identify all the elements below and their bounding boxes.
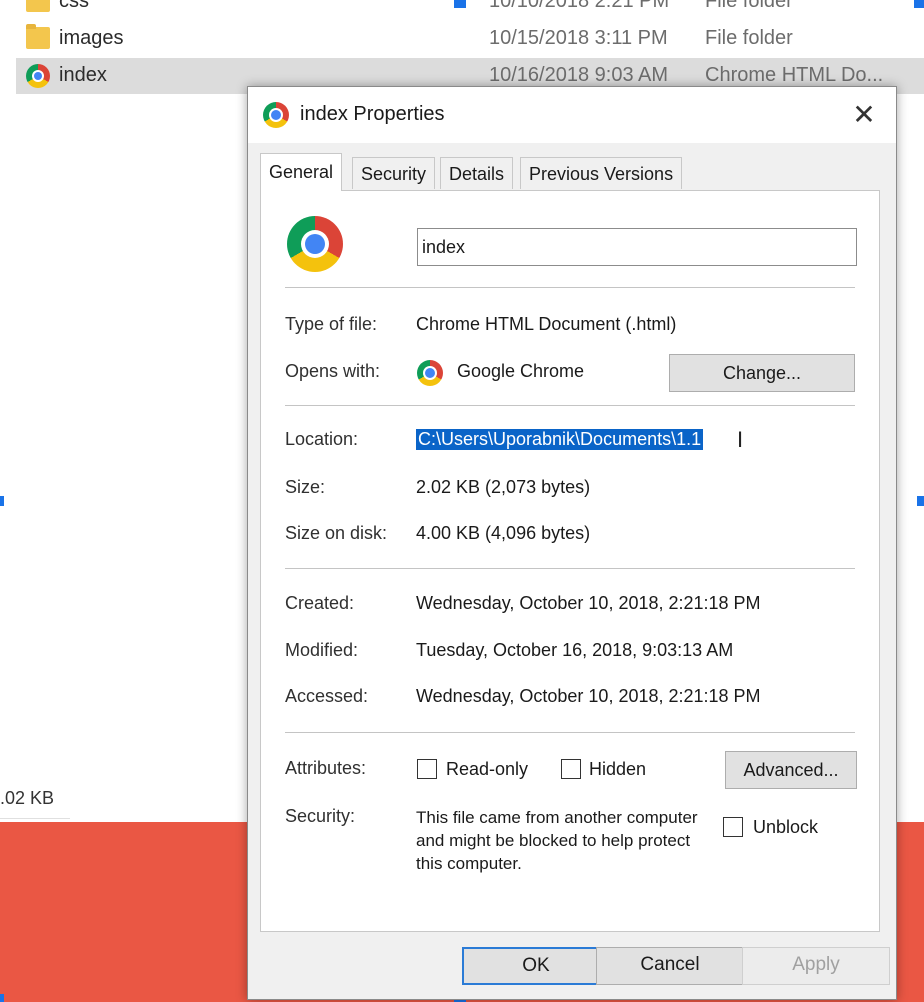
file-name: css [59, 0, 89, 12]
file-type: File folder [705, 27, 793, 49]
unblock-label[interactable]: Unblock [753, 817, 818, 838]
accessed-value: Wednesday, October 10, 2018, 2:21:18 PM [416, 686, 761, 706]
accessed-label: Accessed: [285, 686, 369, 706]
location-label: Location: [285, 429, 359, 449]
resize-handle[interactable] [0, 496, 4, 506]
chrome-icon [26, 64, 50, 88]
opens-with-value: Google Chrome [457, 361, 585, 381]
type-of-file-value: Chrome HTML Document (.html) [416, 314, 677, 334]
file-name: index [59, 64, 107, 86]
size-on-disk-label: Size on disk: [285, 523, 388, 543]
properties-dialog: index Properties ✕ General Security Deta… [247, 86, 897, 1000]
tab-previous-versions[interactable]: Previous Versions [520, 157, 683, 189]
security-label: Security: [285, 806, 356, 826]
file-row-css[interactable]: css 10/10/2018 2:21 PM File folder [16, 0, 924, 20]
text-cursor-icon: I [737, 427, 744, 452]
ok-button[interactable]: OK [462, 947, 610, 985]
tab-security[interactable]: Security [352, 157, 436, 189]
type-of-file-label: Type of file: [285, 314, 378, 334]
readonly-label[interactable]: Read-only [446, 759, 528, 780]
unblock-checkbox[interactable] [723, 817, 743, 837]
file-row-images[interactable]: images 10/15/2018 3:11 PM File folder [16, 21, 924, 57]
resize-handle[interactable] [917, 496, 924, 506]
cancel-button[interactable]: Cancel [596, 947, 744, 985]
created-value: Wednesday, October 10, 2018, 2:21:18 PM [416, 593, 761, 613]
chrome-icon [287, 216, 343, 272]
folder-icon [26, 0, 50, 12]
resize-handle[interactable] [454, 0, 466, 8]
dialog-title: index Properties [300, 103, 445, 125]
change-button[interactable]: Change... [669, 354, 855, 392]
size-label: Size: [285, 477, 326, 497]
modified-label: Modified: [285, 640, 359, 660]
attributes-label: Attributes: [285, 758, 367, 778]
close-icon: ✕ [852, 99, 876, 130]
divider [285, 287, 855, 288]
file-date: 10/10/2018 2:21 PM [489, 0, 670, 12]
advanced-button[interactable]: Advanced... [725, 751, 857, 789]
security-message: This file came from another computer and… [416, 808, 698, 873]
created-label: Created: [285, 593, 355, 613]
file-name: images [59, 27, 124, 49]
status-bar-size: .02 KB [0, 788, 55, 808]
tab-general[interactable]: General [260, 153, 343, 191]
size-value: 2.02 KB (2,073 bytes) [416, 477, 591, 497]
file-name-field[interactable] [417, 228, 857, 266]
divider [285, 405, 855, 406]
file-type: File folder [705, 0, 793, 12]
readonly-checkbox[interactable] [417, 759, 437, 779]
file-date: 10/16/2018 9:03 AM [489, 64, 669, 86]
tab-details[interactable]: Details [440, 157, 514, 189]
opens-with-label: Opens with: [285, 361, 381, 381]
divider [285, 732, 855, 733]
general-panel: Type of file: Chrome HTML Document (.htm… [260, 190, 880, 932]
folder-icon [26, 24, 50, 49]
chrome-icon [417, 360, 443, 386]
location-value[interactable]: C:\Users\Uporabnik\Documents\1.1 [416, 429, 704, 450]
hidden-label[interactable]: Hidden [589, 759, 646, 780]
close-button[interactable]: ✕ [842, 95, 886, 135]
title-bar[interactable]: index Properties ✕ [248, 87, 896, 143]
resize-handle[interactable] [0, 994, 4, 1002]
apply-button[interactable]: Apply [742, 947, 890, 985]
resize-handle[interactable] [914, 0, 924, 8]
hidden-checkbox[interactable] [561, 759, 581, 779]
divider [285, 568, 855, 569]
status-divider [0, 818, 70, 819]
chrome-icon [263, 102, 289, 128]
file-type: Chrome HTML Do... [705, 64, 884, 86]
file-date: 10/15/2018 3:11 PM [489, 27, 668, 49]
size-on-disk-value: 4.00 KB (4,096 bytes) [416, 523, 591, 543]
modified-value: Tuesday, October 16, 2018, 9:03:13 AM [416, 640, 734, 660]
